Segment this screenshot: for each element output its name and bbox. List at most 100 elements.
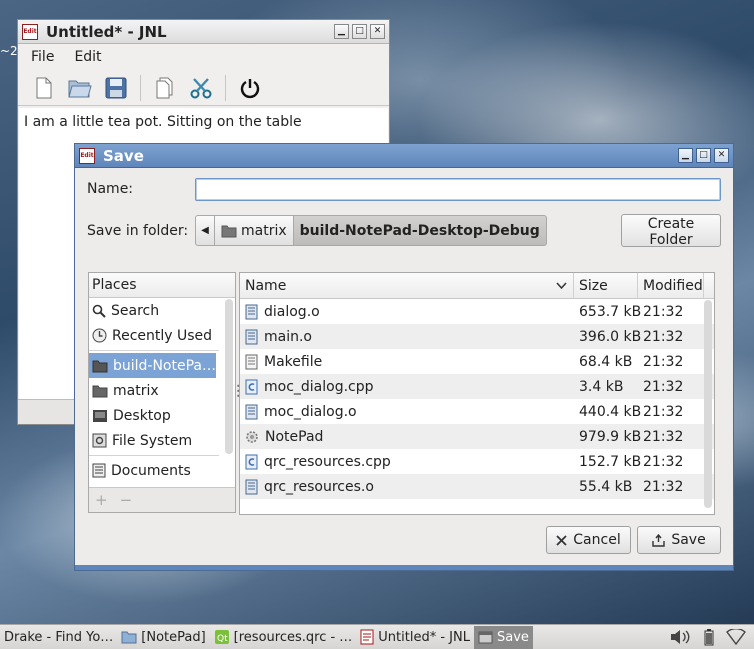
main-minimize-button[interactable]: ▁	[334, 24, 349, 39]
qt-icon: Qt	[214, 630, 229, 644]
path-bar: ◀ matrix build-NotePad-Desktop-Debug	[195, 215, 547, 246]
place-build-notepad[interactable]: build-NotePa…	[89, 353, 216, 378]
places-separator	[89, 455, 219, 456]
file-size: 653.7 kB	[579, 303, 642, 320]
main-toolbar	[18, 70, 389, 106]
taskbar: Drake - Find Yo… [NotePad] Qt [resources…	[0, 624, 754, 649]
binary-file-icon	[245, 404, 258, 419]
main-close-button[interactable]: ✕	[370, 24, 385, 39]
path-back-button[interactable]: ◀	[195, 215, 215, 246]
edit-icon	[360, 629, 374, 645]
task-save-dialog[interactable]: Save	[473, 625, 533, 649]
place-label: matrix	[113, 382, 159, 399]
file-modified: 21:32	[643, 428, 684, 445]
places-footer: + −	[89, 487, 235, 512]
places-header: Places	[89, 273, 235, 298]
system-tray	[670, 628, 754, 646]
save-toolbar-button[interactable]	[102, 74, 130, 102]
main-titlebar[interactable]: Edit Untitled* - JNL ▁ □ ✕	[18, 20, 389, 44]
place-matrix[interactable]: matrix	[89, 378, 216, 403]
table-row[interactable]: dialog.o 653.7 kB 21:32	[240, 299, 714, 324]
dialog-app-icon: Edit	[79, 147, 95, 164]
places-panel: Places Search Recently Used build-NotePa…	[88, 272, 236, 513]
filename-input[interactable]	[195, 178, 721, 201]
file-list: Name Size Modified dialog.o 653.7 kB 21:…	[239, 272, 715, 515]
table-row[interactable]: Makefile 68.4 kB 21:32	[240, 349, 714, 374]
file-size: 979.9 kB	[579, 428, 642, 445]
task-label: Untitled* - JNL	[378, 629, 470, 645]
volume-icon[interactable]	[670, 629, 692, 645]
file-name: moc_dialog.o	[264, 403, 357, 420]
place-documents[interactable]: Documents	[89, 458, 216, 483]
table-row[interactable]: moc_dialog.cpp 3.4 kB 21:32	[240, 374, 714, 399]
task-label: [NotePad]	[141, 629, 206, 645]
file-list-scrollbar[interactable]	[704, 300, 712, 508]
create-folder-button[interactable]: Create Folder	[621, 214, 721, 248]
open-folder-icon	[68, 80, 92, 97]
file-size: 68.4 kB	[579, 353, 633, 370]
menu-file[interactable]: File	[24, 47, 61, 67]
place-desktop[interactable]: Desktop	[89, 403, 216, 428]
binary-file-icon	[245, 329, 258, 344]
cut-button[interactable]	[187, 74, 215, 102]
menu-edit[interactable]: Edit	[67, 47, 108, 67]
cancel-button[interactable]: Cancel	[546, 526, 631, 554]
wifi-icon[interactable]	[726, 629, 746, 645]
task-label: Drake - Find Yo…	[4, 629, 114, 645]
main-menubar: File Edit	[18, 44, 389, 70]
file-modified: 21:32	[643, 378, 684, 395]
path-segment-current[interactable]: build-NotePad-Desktop-Debug	[293, 215, 547, 246]
place-search[interactable]: Search	[89, 298, 216, 323]
jnl-app-icon: Edit	[22, 23, 38, 40]
desktop-edge-text: ~2	[0, 44, 18, 58]
file-modified: 21:32	[643, 478, 684, 495]
save-disk-icon	[105, 77, 127, 98]
task-notepad-folder[interactable]: [NotePad]	[117, 626, 209, 649]
table-row[interactable]: qrc_resources.cpp 152.7 kB 21:32	[240, 449, 714, 474]
file-name: moc_dialog.cpp	[264, 378, 374, 395]
battery-icon[interactable]	[704, 628, 714, 646]
table-row[interactable]: qrc_resources.o 55.4 kB 21:32	[240, 474, 714, 499]
column-size-header[interactable]: Size	[574, 273, 638, 298]
dialog-minimize-button[interactable]: ▁	[678, 148, 693, 163]
folder-icon	[121, 631, 137, 643]
dialog-maximize-button[interactable]: □	[696, 148, 711, 163]
quit-button[interactable]	[236, 74, 264, 102]
sort-chevron-down-icon	[556, 281, 567, 289]
add-place-button[interactable]: +	[95, 491, 108, 509]
new-file-button[interactable]	[30, 74, 58, 102]
path-segment-matrix[interactable]: matrix	[215, 215, 294, 246]
task-label: [resources.qrc - …	[233, 629, 353, 645]
dialog-close-button[interactable]: ✕	[714, 148, 729, 163]
file-modified: 21:32	[643, 403, 684, 420]
dialog-title: Save	[103, 146, 144, 165]
column-modified-header[interactable]: Modified	[638, 273, 704, 298]
task-drake[interactable]: Drake - Find Yo…	[0, 626, 117, 649]
save-button[interactable]: Save	[637, 526, 721, 554]
places-scrollbar[interactable]	[225, 299, 233, 454]
place-recently-used[interactable]: Recently Used	[89, 323, 216, 348]
file-name: main.o	[264, 328, 312, 345]
place-file-system[interactable]: File System	[89, 428, 216, 453]
column-label: Size	[579, 277, 608, 294]
column-name-header[interactable]: Name	[240, 273, 574, 298]
text-file-icon	[245, 354, 258, 369]
copy-button[interactable]	[151, 74, 179, 102]
path-segment-label: matrix	[241, 222, 287, 239]
main-maximize-button[interactable]: □	[352, 24, 367, 39]
file-name: NotePad	[265, 428, 324, 445]
open-button[interactable]	[66, 74, 94, 102]
table-row[interactable]: main.o 396.0 kB 21:32	[240, 324, 714, 349]
name-label-row: Name:	[87, 181, 133, 197]
source-file-icon	[245, 454, 258, 469]
table-row[interactable]: moc_dialog.o 440.4 kB 21:32	[240, 399, 714, 424]
table-row[interactable]: NotePad 979.9 kB 21:32	[240, 424, 714, 449]
task-jnl[interactable]: Untitled* - JNL	[356, 626, 474, 649]
file-modified: 21:32	[643, 453, 684, 470]
save-in-folder-label: Save in folder:	[87, 223, 189, 239]
document-icon	[92, 463, 106, 478]
binary-file-icon	[245, 479, 258, 494]
remove-place-button[interactable]: −	[120, 491, 133, 509]
dialog-titlebar[interactable]: Edit Save ▁ □ ✕	[75, 144, 733, 168]
task-qt-resources[interactable]: Qt [resources.qrc - …	[210, 626, 357, 649]
